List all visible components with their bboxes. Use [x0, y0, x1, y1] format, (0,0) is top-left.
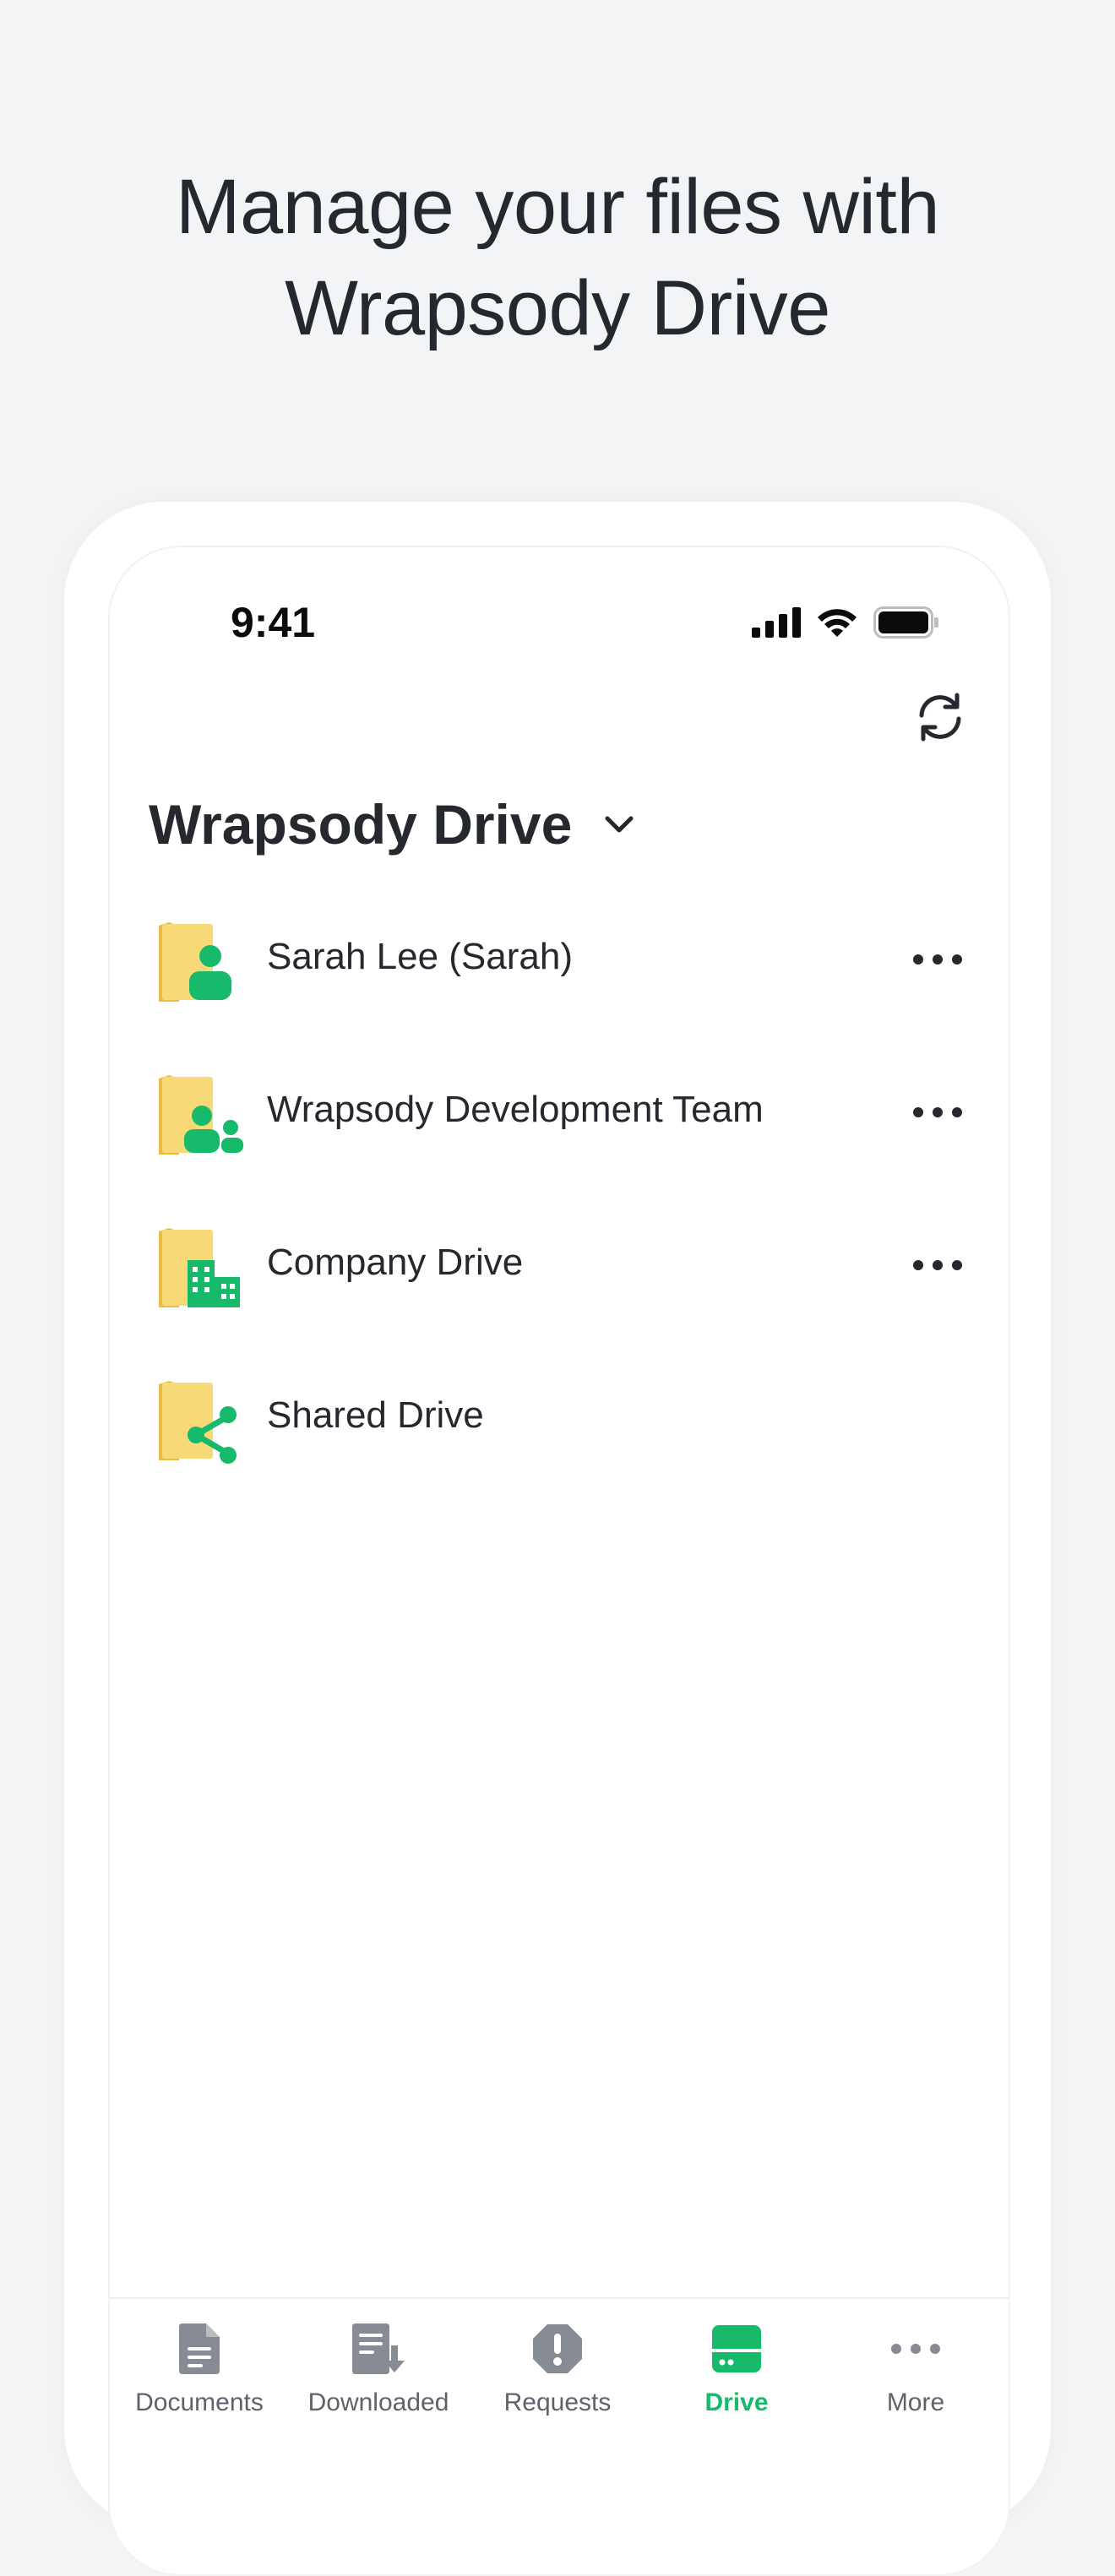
marketing-headline: Manage your files with Wrapsody Drive [0, 156, 1115, 359]
drive-item-shared[interactable]: Shared Drive [110, 1378, 1009, 1530]
tab-label: Drive [704, 2389, 769, 2416]
drive-item-company[interactable]: Company Drive [110, 1225, 1009, 1378]
status-time: 9:41 [231, 599, 316, 646]
tab-label: More [886, 2389, 945, 2416]
headline-line-2: Wrapsody Drive [285, 265, 830, 351]
more-dots-icon [913, 1107, 962, 1117]
drive-selector[interactable]: Wrapsody Drive [149, 792, 636, 856]
more-options-button[interactable] [904, 934, 971, 985]
team-folder-icon [159, 1075, 243, 1155]
more-horizontal-icon [891, 2344, 940, 2354]
more-options-button[interactable] [904, 1087, 971, 1138]
drive-item-label: Company Drive [267, 1242, 524, 1283]
tab-label: Requests [503, 2389, 612, 2416]
request-alert-icon [533, 2324, 582, 2373]
tab-label: Documents [135, 2389, 264, 2416]
drive-item-label: Shared Drive [267, 1394, 484, 1436]
headline-line-1: Manage your files with [175, 164, 940, 250]
drive-item-label: Wrapsody Development Team [267, 1089, 764, 1130]
company-folder-icon [159, 1228, 240, 1307]
wifi-icon [818, 609, 857, 637]
tab-documents[interactable]: Documents [110, 2319, 289, 2417]
tab-requests[interactable]: Requests [468, 2319, 647, 2417]
tab-downloaded[interactable]: Downloaded [289, 2319, 468, 2417]
cellular-signal-icon [752, 607, 801, 638]
personal-folder-icon [159, 922, 231, 1002]
downloaded-icon [352, 2323, 405, 2374]
tab-label: Downloaded [307, 2389, 449, 2416]
drive-item-label: Sarah Lee (Sarah) [267, 936, 573, 977]
battery-icon [873, 606, 938, 639]
shared-folder-icon [159, 1381, 237, 1464]
bottom-tab-bar: Documents Downloaded Requests Drive More [110, 2297, 1009, 2468]
drive-item-personal[interactable]: Sarah Lee (Sarah) [110, 919, 1009, 1072]
tab-drive[interactable]: Drive [647, 2319, 826, 2417]
refresh-icon [919, 693, 961, 742]
drive-title: Wrapsody Drive [149, 793, 573, 856]
drive-item-team[interactable]: Wrapsody Development Team [110, 1072, 1009, 1225]
drive-list: Sarah Lee (Sarah) Wrapsody Development T… [110, 919, 1009, 1530]
refresh-button[interactable] [911, 687, 970, 747]
phone-screen: 9:41 Wrapsody Drive Sarah Lee (Sarah) Wr… [108, 546, 1010, 2576]
more-options-button[interactable] [904, 1240, 971, 1291]
more-dots-icon [913, 1260, 962, 1270]
document-icon [179, 2323, 220, 2374]
tab-more[interactable]: More [826, 2319, 1005, 2417]
chevron-down-icon [605, 816, 634, 833]
status-icons [752, 606, 939, 639]
more-dots-icon [913, 954, 962, 965]
drive-icon [712, 2325, 761, 2372]
